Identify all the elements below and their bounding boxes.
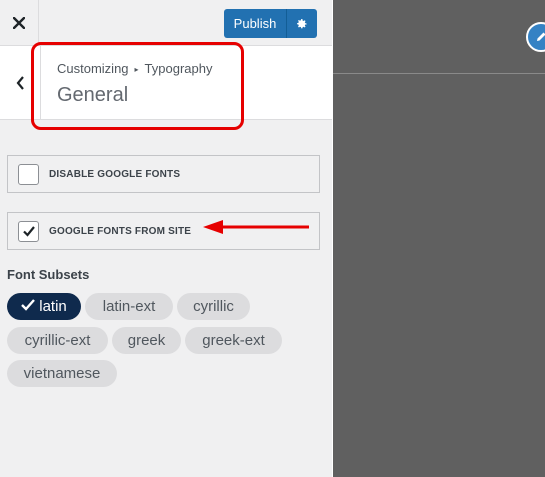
gear-icon — [297, 18, 307, 28]
page-title: General — [57, 84, 129, 106]
publish-label: Publish — [233, 16, 277, 31]
subset-label-cyrillic: cyrillic — [193, 298, 234, 315]
checkmark-icon — [22, 226, 35, 237]
subset-pill-vietnamese[interactable]: vietnamese — [7, 360, 117, 387]
customizer-topbar: Publish — [0, 0, 332, 46]
subset-pill-cyrillic[interactable]: cyrillic — [177, 293, 250, 320]
publish-button[interactable]: Publish — [224, 9, 317, 38]
pencil-icon — [537, 32, 545, 41]
section-header: Customizing ▸ Typography General — [0, 46, 332, 120]
breadcrumb-arrow-icon: ▸ — [134, 65, 139, 74]
font-subsets-title: Font Subsets — [7, 267, 90, 282]
close-button[interactable] — [0, 0, 39, 45]
subset-pill-latin[interactable]: latin — [7, 293, 81, 320]
disable-google-fonts-label: DISABLE GOOGLE FONTS — [49, 168, 181, 180]
back-button[interactable] — [0, 46, 41, 119]
preview-divider — [333, 73, 545, 74]
close-icon — [13, 16, 25, 29]
chevron-left-icon — [16, 75, 24, 90]
site-preview — [333, 0, 545, 477]
breadcrumb-section: Typography — [144, 61, 213, 76]
google-fonts-from-site-label: GOOGLE FONTS FROM SITE — [49, 225, 192, 237]
breadcrumb-root: Customizing — [57, 61, 129, 76]
disable-google-fonts-checkbox[interactable] — [18, 163, 39, 185]
subset-label-latin: latin — [39, 298, 67, 315]
disable-google-fonts-control[interactable]: DISABLE GOOGLE FONTS — [7, 155, 320, 193]
check-icon — [21, 298, 36, 315]
subset-label-cyrillic-ext: cyrillic-ext — [24, 332, 91, 349]
publish-settings-button[interactable] — [287, 9, 317, 38]
customizer-panel: Publish Customizing ▸ Typography General D… — [0, 0, 332, 477]
subset-label-greek-ext: greek-ext — [202, 332, 265, 349]
subset-pill-greek[interactable]: greek — [112, 327, 181, 354]
subset-pill-cyrillic-ext[interactable]: cyrillic-ext — [7, 327, 108, 354]
subset-label-greek: greek — [127, 332, 166, 349]
subset-pill-greek-ext[interactable]: greek-ext — [185, 327, 282, 354]
breadcrumb: Customizing ▸ Typography — [57, 61, 212, 76]
edit-shortcut-button[interactable] — [526, 22, 545, 52]
subset-pill-latin-ext[interactable]: latin-ext — [85, 293, 173, 320]
subset-label-latin-ext: latin-ext — [102, 298, 156, 315]
subset-label-vietnamese: vietnamese — [23, 365, 101, 382]
red-arrow-annotation — [203, 220, 309, 234]
google-fonts-from-site-checkbox[interactable] — [18, 220, 39, 242]
